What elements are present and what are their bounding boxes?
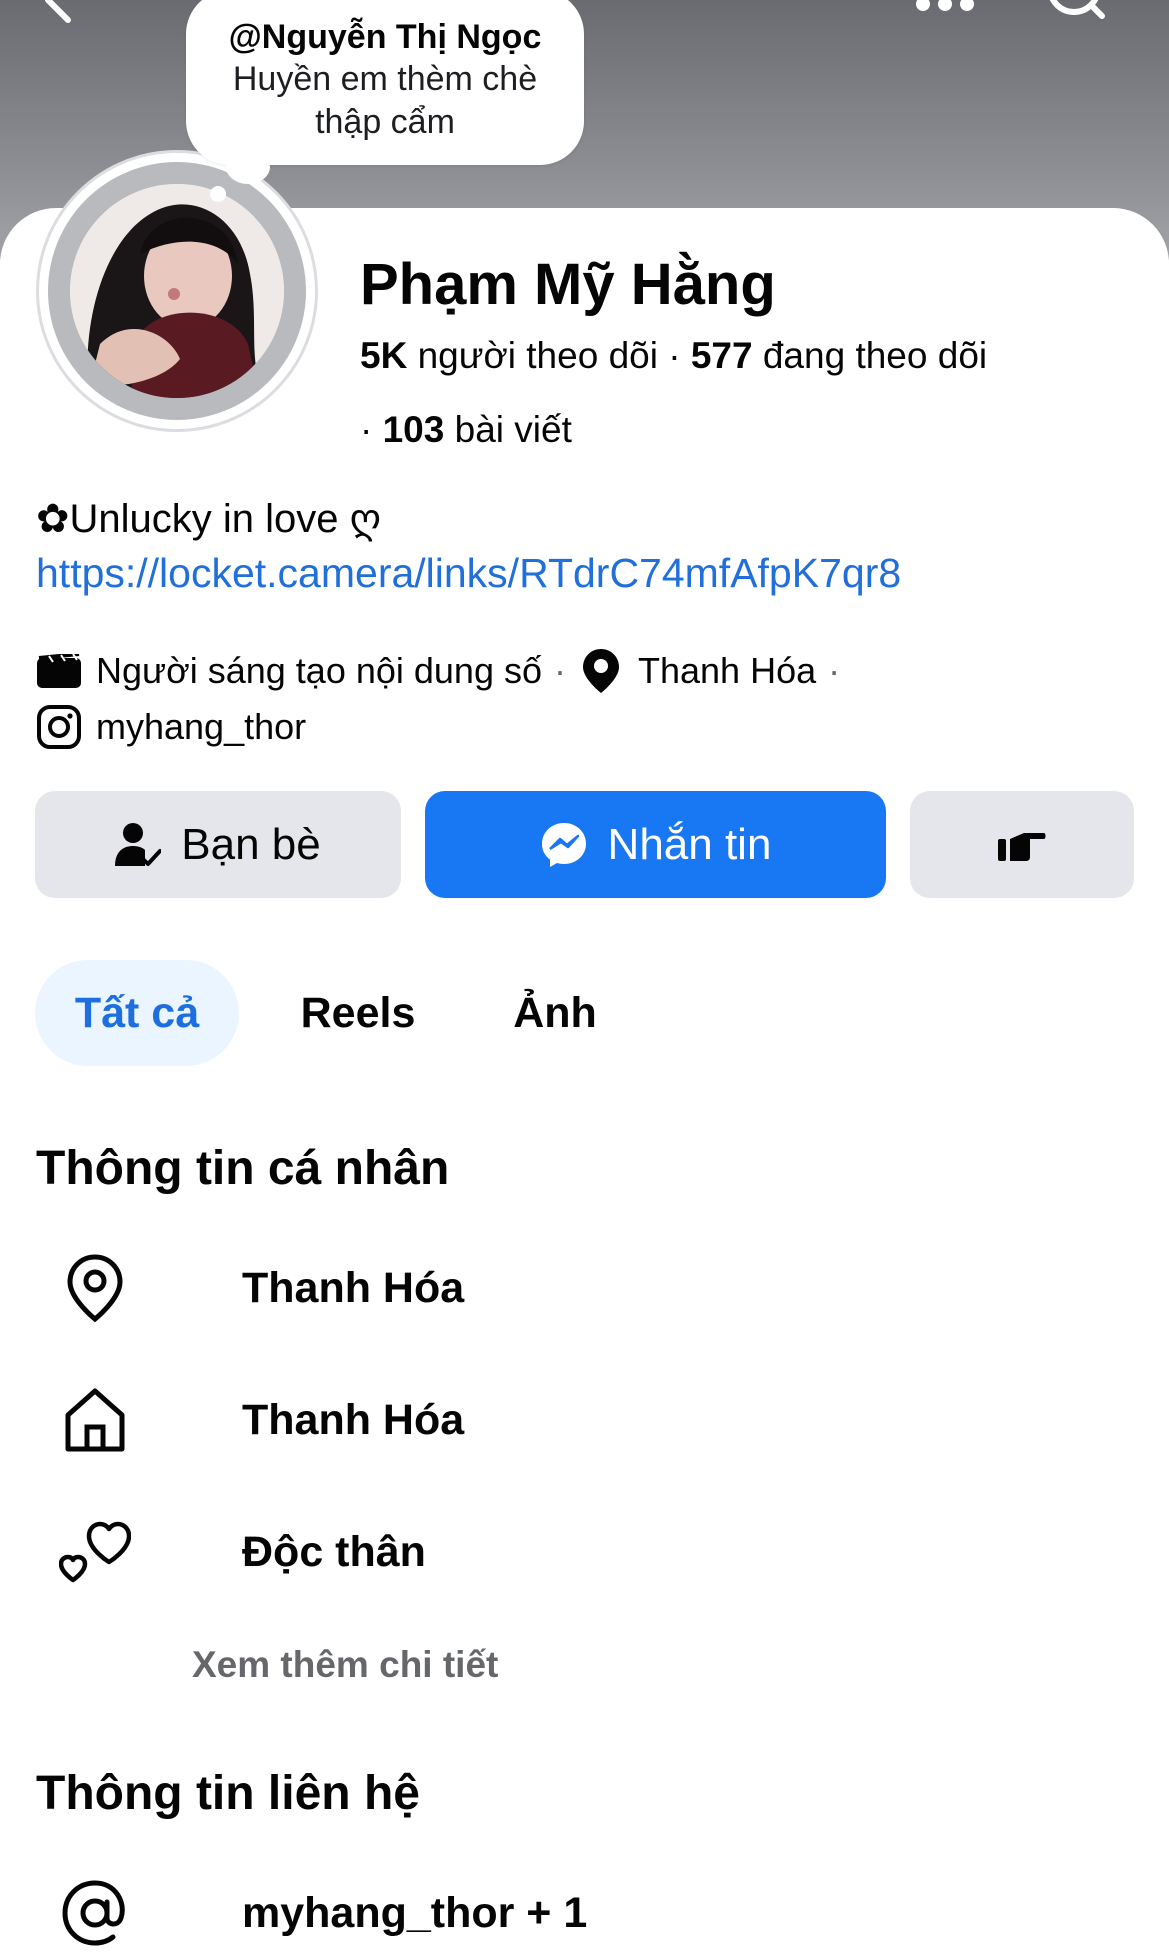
search-icon [1049,0,1105,19]
more-dots-icon [916,0,974,11]
back-button[interactable] [30,0,90,40]
friends-button[interactable]: Bạn bè [35,791,401,898]
tab-all[interactable]: Tất cả [35,960,239,1066]
bio-text: ✿Unlucky in love ღ [36,497,382,541]
messenger-icon [541,822,586,867]
contact-accounts-text[interactable]: myhang_thor + 1 [242,1889,587,1938]
friends-label: Bạn bè [181,819,321,869]
poke-button[interactable] [910,791,1134,898]
relationship-text: Độc thân [242,1527,426,1576]
note-tail-dot [210,186,226,202]
stats-separator: · [668,335,691,376]
meta-separator: · [828,650,841,691]
followers-label[interactable]: người theo dõi [418,335,658,376]
bio-link[interactable]: https://locket.camera/links/RTdrC74mfAfp… [36,548,901,598]
posts-stats: · 103 bài viết [360,408,572,452]
more-button[interactable] [905,0,985,20]
note-author: @Nguyễn Thị Ngọc [228,18,542,56]
hearts-icon [50,1507,140,1597]
message-button[interactable]: Nhắn tin [425,791,886,898]
contact-info-title: Thông tin liên hệ [36,1767,420,1820]
tab-reels[interactable]: Reels [286,960,430,1066]
note-text-line1: Huyền em thèm chè [232,60,538,98]
person-check-icon [115,822,162,866]
following-count[interactable]: 577 [691,335,753,376]
hometown-text: Thanh Hóa [242,1395,465,1444]
category-text: Người sáng tạo nội dung số [96,650,542,691]
poke-hand-icon [998,832,1046,861]
meta-row-category-location: Người sáng tạo nội dung số · Thanh Hóa · [36,648,852,694]
search-button[interactable] [1030,0,1110,40]
avatar[interactable] [70,184,284,398]
note-text-line2: thập cẩm [315,103,455,141]
profile-note-bubble[interactable]: @Nguyễn Thị Ngọc Huyền em thèm chè thập … [186,0,584,165]
posts-count: 103 [382,409,445,450]
followers-count[interactable]: 5K [360,335,407,376]
follow-stats: 5K người theo dõi · 577 đang theo dõi [360,334,987,378]
info-row-relationship: Độc thân [50,1507,1130,1597]
instagram-icon [36,704,82,750]
avatar-photo [70,184,284,398]
profile-sheet [0,208,1169,1951]
lives-in-text: Thanh Hóa [242,1263,465,1312]
following-label[interactable]: đang theo dõi [763,335,987,376]
clapperboard-icon [36,648,82,694]
meta-separator: · [554,650,566,691]
location-pin-outline-icon [50,1243,140,1333]
see-more-details-link[interactable]: Xem thêm chi tiết [192,1644,498,1686]
chevron-left-icon [45,0,71,23]
info-row-lives-in: Thanh Hóa [50,1243,1130,1333]
profile-name: Phạm Mỹ Hằng [360,252,776,317]
message-label: Nhắn tin [607,819,772,869]
note-tail [226,150,270,184]
personal-info-title: Thông tin cá nhân [36,1142,450,1195]
meta-row-instagram[interactable]: myhang_thor [36,704,306,750]
stats-separator: · [360,409,383,450]
instagram-handle[interactable]: myhang_thor [96,704,306,750]
home-icon [50,1375,140,1465]
tab-photos[interactable]: Ảnh [498,960,612,1066]
info-row-hometown: Thanh Hóa [50,1375,1130,1465]
location-pin-icon [578,648,624,694]
info-row-contact-accounts[interactable]: myhang_thor + 1 [50,1868,1130,1958]
location-text: Thanh Hóa [638,650,817,691]
at-sign-icon [50,1868,140,1958]
posts-label: bài viết [454,409,572,450]
